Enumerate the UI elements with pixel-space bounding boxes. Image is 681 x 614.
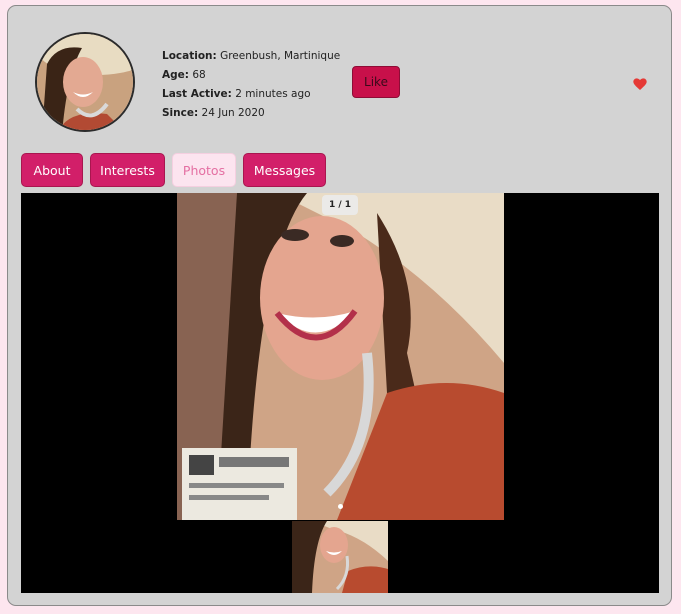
last-active-label: Last Active: <box>162 88 232 100</box>
avatar[interactable] <box>35 32 135 132</box>
heart-icon[interactable] <box>632 76 648 92</box>
photo-thumbnail[interactable] <box>292 521 388 593</box>
age-label: Age: <box>162 69 189 81</box>
tab-interests[interactable]: Interests <box>90 153 165 187</box>
location-row: Location: Greenbush, Martinique <box>162 47 340 66</box>
last-active-value: 2 minutes ago <box>235 88 311 100</box>
tab-photos[interactable]: Photos <box>172 153 236 187</box>
main-photo[interactable] <box>177 193 504 520</box>
since-row: Since: 24 Jun 2020 <box>162 104 340 123</box>
age-row: Age: 68 <box>162 66 340 85</box>
profile-card: Location: Greenbush, Martinique Age: 68 … <box>7 5 672 606</box>
carousel-dot[interactable] <box>338 504 343 509</box>
since-value: 24 Jun 2020 <box>201 107 265 119</box>
like-button[interactable]: Like <box>352 66 400 98</box>
tab-about[interactable]: About <box>21 153 83 187</box>
tab-messages[interactable]: Messages <box>243 153 326 187</box>
last-active-row: Last Active: 2 minutes ago <box>162 85 340 104</box>
age-value: 68 <box>192 69 206 81</box>
since-label: Since: <box>162 107 199 119</box>
profile-info: Location: Greenbush, Martinique Age: 68 … <box>162 47 340 123</box>
location-label: Location: <box>162 50 217 62</box>
location-value: Greenbush, Martinique <box>220 50 341 62</box>
photo-counter: 1 / 1 <box>322 195 358 215</box>
photo-viewer: 1 / 1 <box>21 193 659 593</box>
avatar-photo <box>37 34 133 130</box>
